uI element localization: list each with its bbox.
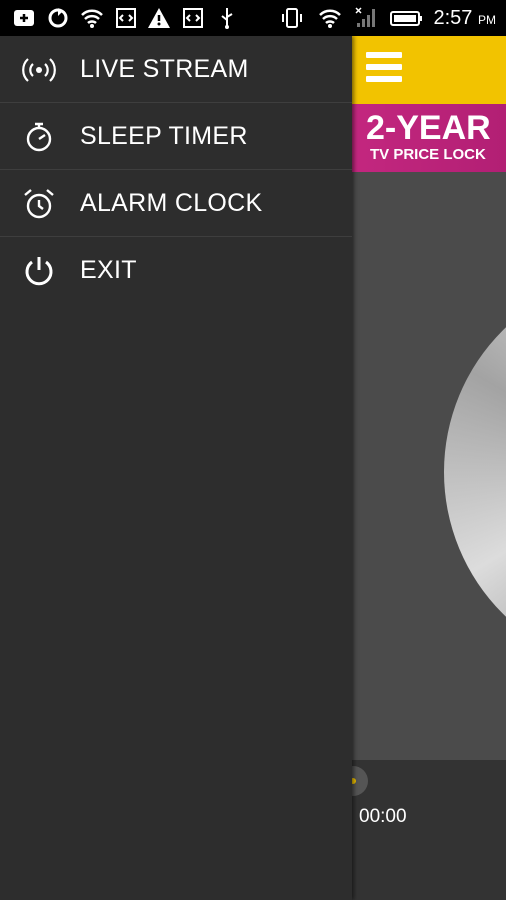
battery-icon: [390, 11, 422, 26]
usb-icon: [221, 8, 233, 29]
menu-label-live-stream: LIVE STREAM: [80, 55, 249, 83]
alarm-clock-icon: [24, 189, 54, 219]
menu-label-exit: EXIT: [80, 256, 137, 284]
vibrate-icon: [282, 8, 302, 28]
status-ampm: PM: [478, 13, 496, 27]
sync-icon: [48, 8, 68, 28]
power-icon: [25, 257, 53, 286]
warning-icon: [148, 8, 170, 28]
menu-item-alarm-clock[interactable]: ALARM CLOCK: [0, 170, 352, 237]
signal-icon: [355, 7, 375, 27]
menu-label-sleep-timer: SLEEP TIMER: [80, 122, 248, 150]
menu-item-sleep-timer[interactable]: SLEEP TIMER: [0, 103, 352, 170]
hamburger-menu-icon[interactable]: [366, 52, 402, 86]
add-notification-icon: [14, 10, 34, 26]
wifi-icon: [319, 9, 341, 28]
broadcast-icon: [22, 58, 56, 82]
player-bar: 00:00: [338, 760, 506, 900]
menu-item-exit[interactable]: EXIT: [0, 237, 352, 303]
wifi-icon: [81, 9, 103, 28]
album-art-area: [352, 172, 506, 760]
app-header: [352, 36, 506, 104]
code-icon: [116, 8, 136, 28]
navigation-drawer: LIVE STREAM SLEEP TIMER ALARM CLOCK EXIT: [0, 36, 352, 900]
code-icon: [183, 8, 203, 28]
menu-item-live-stream[interactable]: LIVE STREAM: [0, 36, 352, 103]
menu-label-alarm-clock: ALARM CLOCK: [80, 189, 263, 217]
status-time: 2:57 PM: [433, 7, 497, 29]
promo-title: 2-YEAR: [366, 109, 491, 147]
promo-subtitle: TV PRICE LOCK: [370, 146, 486, 163]
elapsed-time: 00:00: [359, 806, 407, 827]
status-bar: 2:57 PM: [0, 0, 506, 36]
disc-image: [444, 272, 506, 672]
stopwatch-icon: [26, 122, 52, 152]
promo-banner[interactable]: 2-YEAR TV PRICE LOCK: [352, 104, 506, 172]
